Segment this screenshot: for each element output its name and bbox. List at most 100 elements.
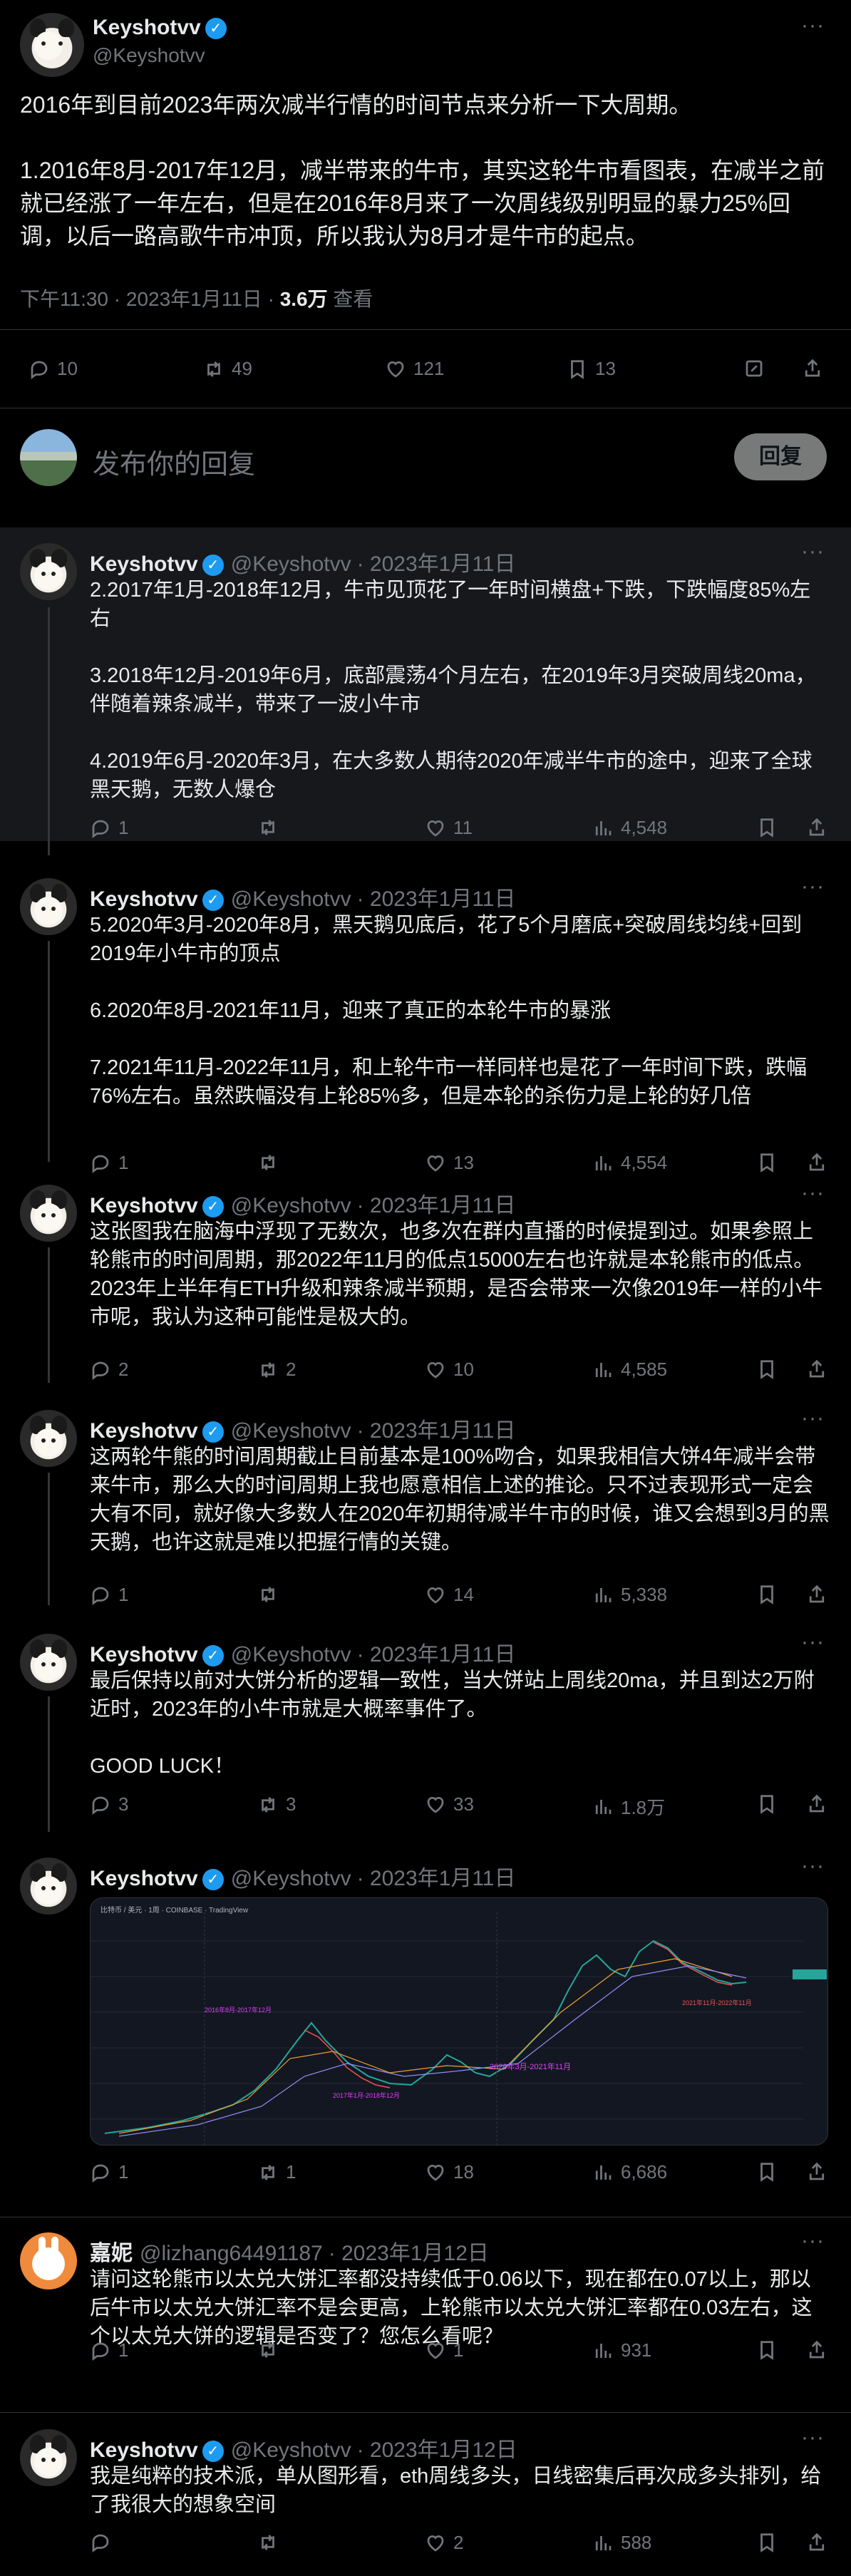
reply-author-name[interactable]: Keyshotvv xyxy=(90,2438,198,2462)
reply-author-handle[interactable]: @Keyshotvv xyxy=(231,1419,351,1443)
more-options-icon[interactable]: ··· xyxy=(801,2427,825,2448)
bookmark-button[interactable] xyxy=(756,1793,778,1815)
reply-button[interactable]: 1 xyxy=(90,2339,128,2361)
reply-author-handle[interactable]: @lizhang64491187 xyxy=(140,2242,323,2265)
reply-author-avatar[interactable] xyxy=(20,543,77,600)
share-button[interactable] xyxy=(806,2339,827,2361)
retweet-button[interactable] xyxy=(257,817,286,838)
reply-button[interactable] xyxy=(90,2532,118,2553)
reply-author-name[interactable]: Keyshotvv xyxy=(90,1194,198,1217)
author-handle[interactable]: @Keyshotvv xyxy=(93,44,205,67)
bookmark-button[interactable] xyxy=(756,1359,778,1380)
reply-author-avatar[interactable] xyxy=(20,2232,77,2289)
like-button[interactable]: 33 xyxy=(425,1793,474,1815)
share-button[interactable] xyxy=(806,1152,827,1173)
reply-date[interactable]: · 2023年1月11日 xyxy=(357,887,516,911)
edit-button[interactable] xyxy=(743,358,765,379)
like-button[interactable]: 2 xyxy=(425,2532,463,2554)
share-button[interactable] xyxy=(806,1793,827,1815)
author-name[interactable]: Keyshotvv xyxy=(93,16,201,39)
reply-submit-button[interactable]: 回复 xyxy=(734,433,827,480)
reply-date[interactable]: · 2023年1月12日 xyxy=(329,2242,489,2265)
reply-button[interactable]: 1 xyxy=(90,1584,128,1606)
share-button[interactable] xyxy=(806,817,827,838)
reply-author-handle[interactable]: @Keyshotvv xyxy=(231,887,351,911)
bookmark-button[interactable] xyxy=(756,1152,778,1173)
bookmark-button[interactable] xyxy=(756,817,778,838)
reply-author-avatar[interactable] xyxy=(20,878,77,935)
views-button[interactable]: 588 xyxy=(592,2532,651,2554)
more-options-icon[interactable]: ··· xyxy=(801,1855,825,1877)
reply-button[interactable]: 1 xyxy=(90,1152,128,1174)
reply-author-handle[interactable]: @Keyshotvv xyxy=(231,1194,351,1217)
reply-author-avatar[interactable] xyxy=(20,1185,77,1242)
reply-author-name[interactable]: Keyshotvv xyxy=(90,1867,198,1890)
reply-input[interactable]: 发布你的回复 xyxy=(93,442,255,481)
more-options-icon[interactable]: ··· xyxy=(801,876,825,897)
bookmark-button[interactable] xyxy=(756,2161,778,2183)
reply-author-handle[interactable]: @Keyshotvv xyxy=(231,552,351,576)
retweet-button[interactable]: 49 xyxy=(203,358,252,380)
bookmark-button[interactable] xyxy=(756,2532,778,2553)
like-button[interactable]: 10 xyxy=(425,1359,474,1381)
reply-date[interactable]: · 2023年1月11日 xyxy=(357,1643,516,1666)
more-options-icon[interactable]: ··· xyxy=(801,1408,825,1429)
reply-author-handle[interactable]: @Keyshotvv xyxy=(231,1867,351,1890)
like-button[interactable]: 11 xyxy=(425,817,473,839)
reply-button[interactable]: 1 xyxy=(90,817,128,839)
reply-author-handle[interactable]: @Keyshotvv xyxy=(231,1643,351,1666)
retweet-button[interactable]: 3 xyxy=(257,1793,296,1815)
reply-button[interactable]: 1 xyxy=(90,2161,128,2183)
reply-date[interactable]: · 2023年1月11日 xyxy=(357,1419,516,1443)
like-button[interactable]: 121 xyxy=(385,358,444,380)
more-options-icon[interactable]: ··· xyxy=(801,1183,825,1204)
retweet-button[interactable] xyxy=(257,1152,286,1173)
reply-date[interactable]: · 2023年1月11日 xyxy=(357,1194,516,1217)
share-button[interactable] xyxy=(806,1359,827,1380)
views-button[interactable]: 6,686 xyxy=(592,2161,667,2183)
share-button[interactable] xyxy=(806,2532,827,2553)
reply-button[interactable]: 3 xyxy=(90,1793,128,1815)
like-button[interactable]: 1 xyxy=(425,2339,463,2361)
bookmark-button[interactable] xyxy=(756,1584,778,1605)
reply-author-avatar[interactable] xyxy=(20,2429,77,2486)
bookmark-button[interactable] xyxy=(756,2339,778,2361)
more-options-icon[interactable]: ··· xyxy=(801,2230,825,2252)
retweet-button[interactable]: 1 xyxy=(257,2161,296,2183)
reply-author-name[interactable]: Keyshotvv xyxy=(90,1643,198,1666)
reply-author-name[interactable]: Keyshotvv xyxy=(90,552,198,576)
reply-author-avatar[interactable] xyxy=(20,1858,77,1915)
views-button[interactable]: 1.8万 xyxy=(592,1793,665,1820)
retweet-button[interactable]: 2 xyxy=(257,1359,296,1381)
bookmark-button[interactable]: 13 xyxy=(567,358,616,380)
reply-date[interactable]: · 2023年1月11日 xyxy=(357,552,516,576)
reply-author-name[interactable]: Keyshotvv xyxy=(90,1419,198,1443)
reply-button[interactable]: 2 xyxy=(90,1359,128,1381)
like-button[interactable]: 14 xyxy=(425,1584,474,1606)
views-button[interactable]: 4,548 xyxy=(592,817,667,839)
share-button[interactable] xyxy=(806,2161,827,2183)
share-button[interactable] xyxy=(802,358,823,379)
reply-author-name[interactable]: Keyshotvv xyxy=(90,887,198,911)
views-button[interactable]: 931 xyxy=(592,2339,651,2361)
more-options-icon[interactable]: ··· xyxy=(801,541,825,562)
chart-image[interactable]: 比特币 / 美元 · 1周 · COINBASE · TradingView 2… xyxy=(90,1897,828,2145)
reply-author-avatar[interactable] xyxy=(20,1410,77,1467)
reply-author-name[interactable]: 嘉妮 xyxy=(90,2242,133,2265)
author-avatar[interactable] xyxy=(20,13,84,77)
like-button[interactable]: 18 xyxy=(425,2161,474,2183)
views-button[interactable]: 4,585 xyxy=(592,1359,667,1381)
like-button[interactable]: 13 xyxy=(425,1152,474,1174)
more-options-icon[interactable]: ··· xyxy=(801,1632,825,1653)
more-options-icon[interactable]: ··· xyxy=(801,15,825,36)
views-button[interactable]: 4,554 xyxy=(592,1152,667,1174)
share-button[interactable] xyxy=(806,1584,827,1605)
reply-author-avatar[interactable] xyxy=(20,1634,77,1691)
reply-date[interactable]: · 2023年1月12日 xyxy=(357,2438,517,2462)
retweet-button[interactable] xyxy=(257,2532,286,2553)
reply-date[interactable]: · 2023年1月11日 xyxy=(357,1867,516,1890)
views-button[interactable]: 5,338 xyxy=(592,1584,667,1606)
reply-author-handle[interactable]: @Keyshotvv xyxy=(231,2438,351,2462)
reply-button[interactable]: 10 xyxy=(29,358,78,380)
retweet-button[interactable] xyxy=(257,1584,286,1605)
